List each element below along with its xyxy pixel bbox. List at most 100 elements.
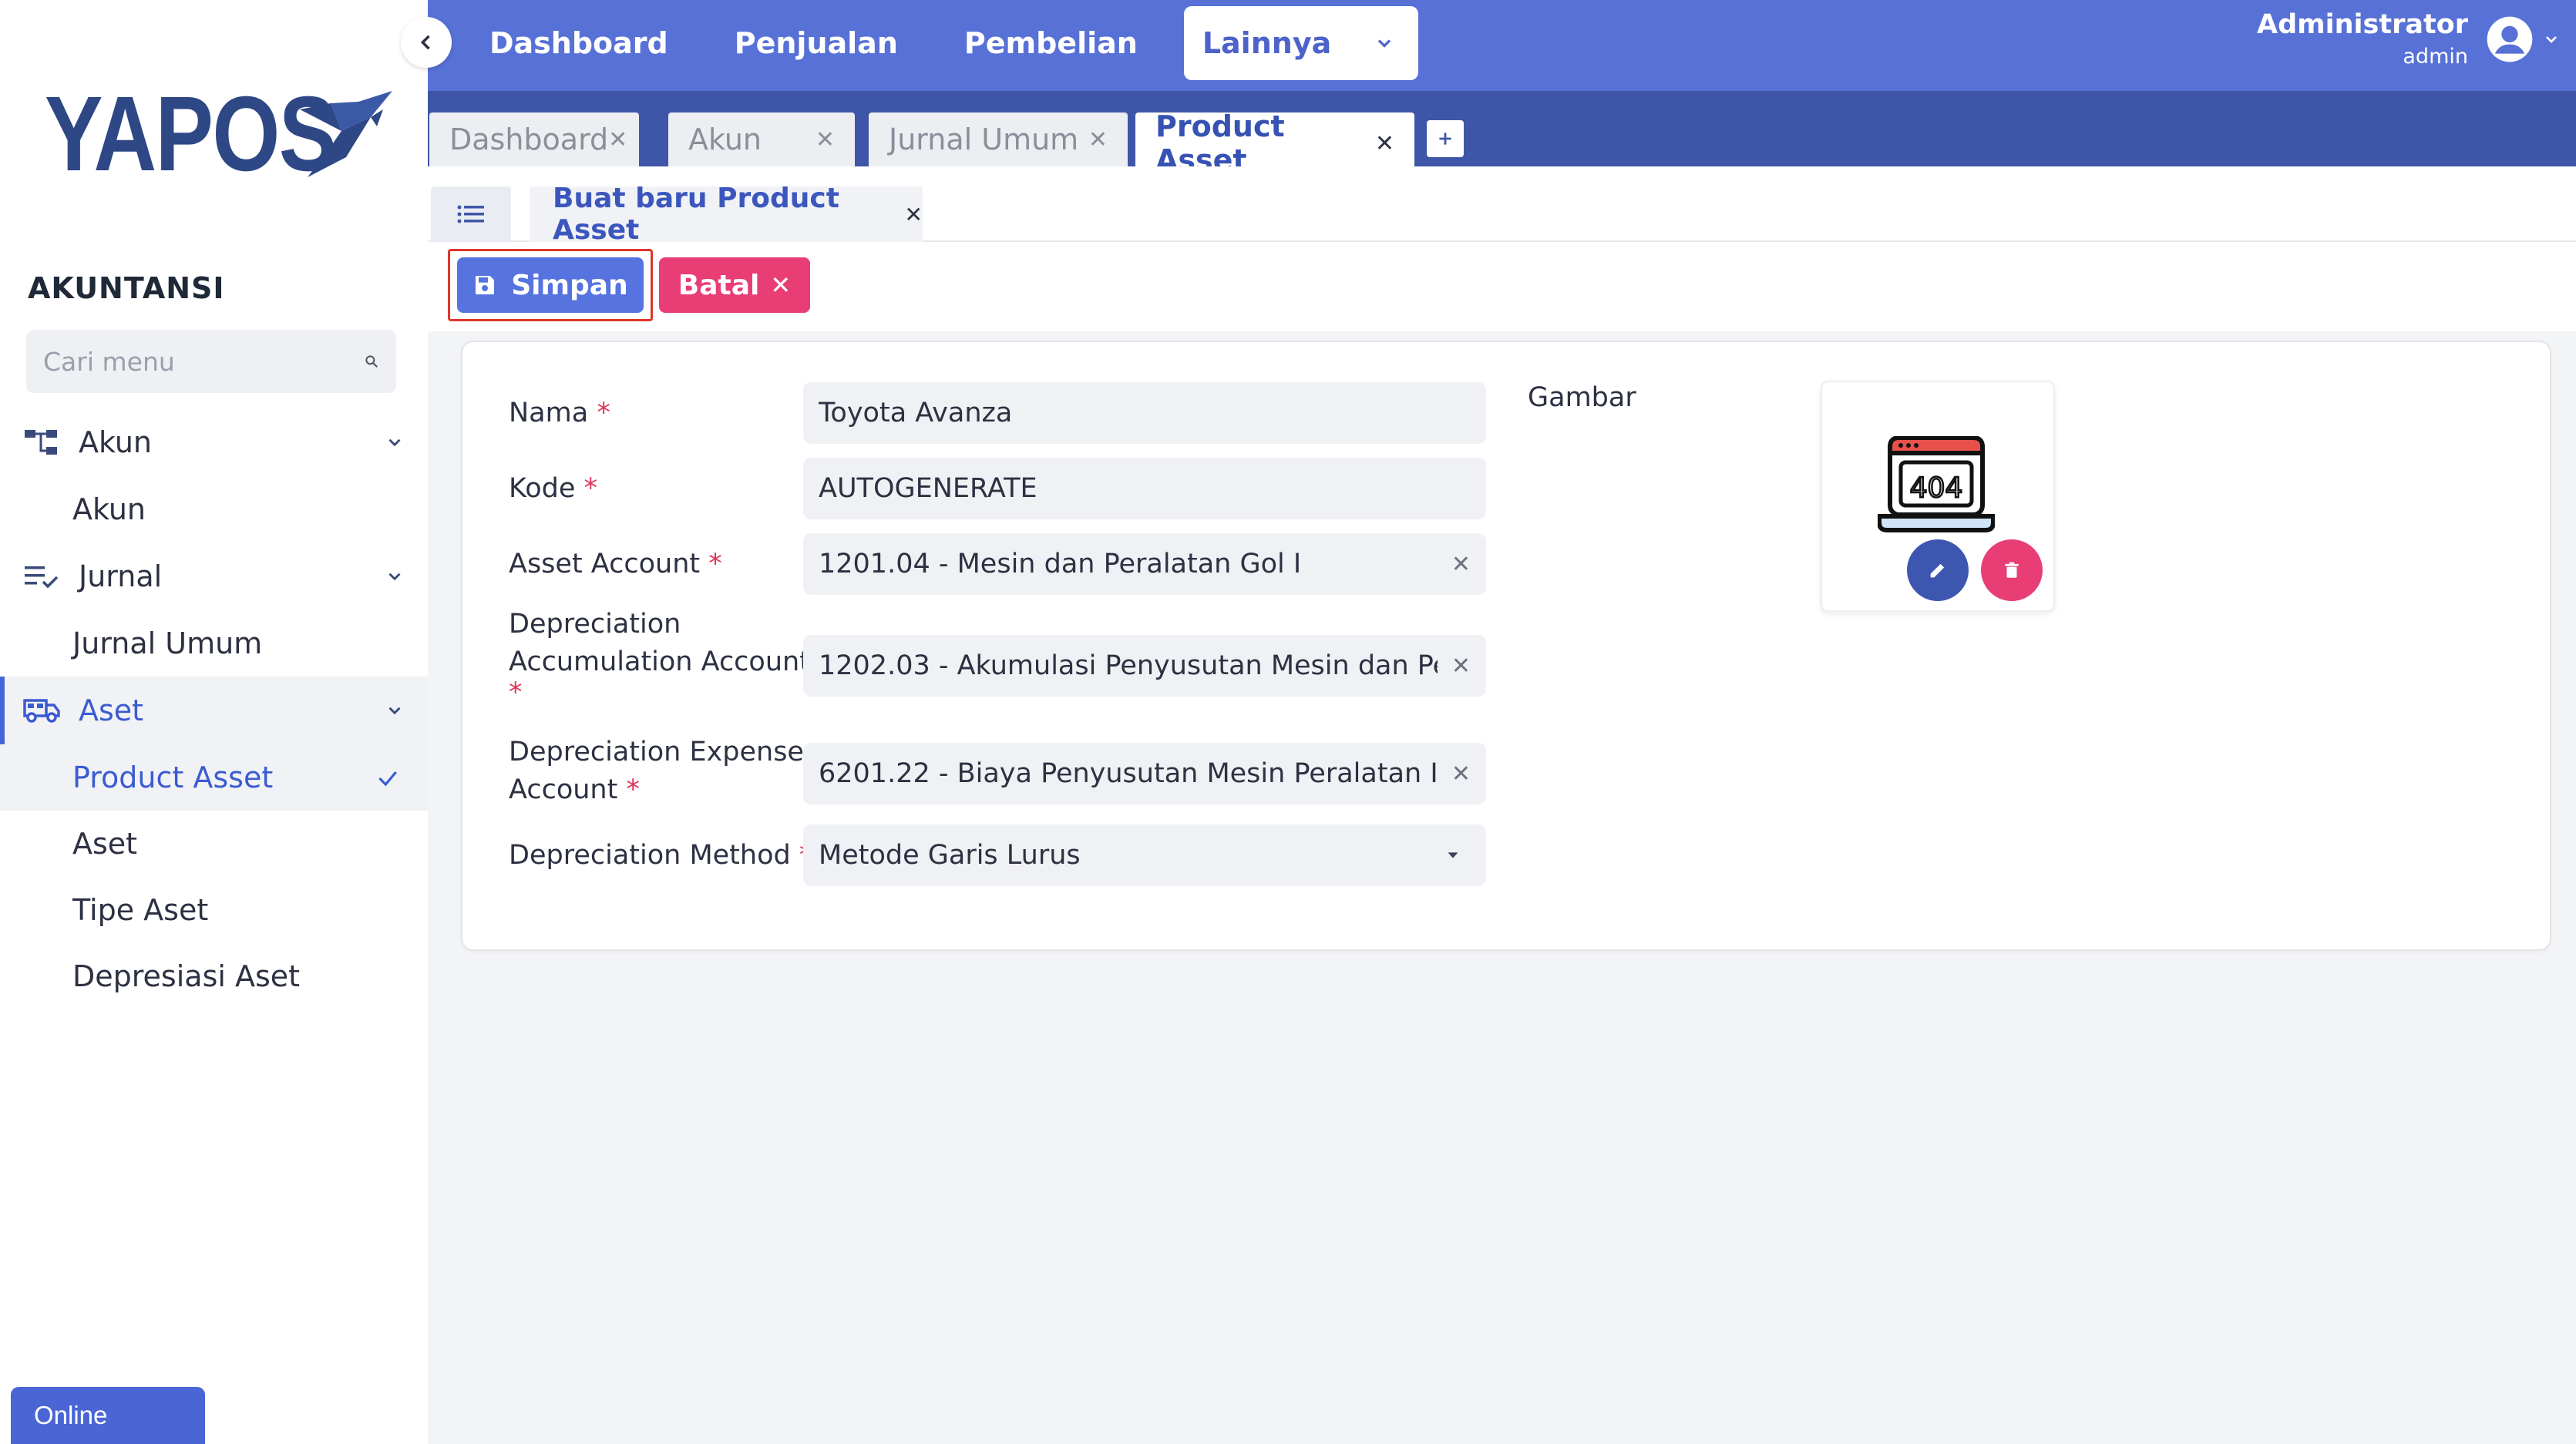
kode-label: Kode * [509,473,598,504]
caret-down-icon [1448,852,1458,858]
nav-lainnya-dropdown[interactable]: Lainnya [1183,6,1418,80]
close-icon[interactable]: ✕ [905,202,923,227]
chevron-down-icon [1377,39,1391,48]
collapse-sidebar-button[interactable] [401,17,452,68]
list-view-button[interactable] [431,186,511,242]
gambar-label: Gambar [1528,382,1636,413]
form-actions: Simpan Batal ✕ [428,242,2576,331]
save-button[interactable]: Simpan [457,257,644,313]
asset-account-value: 1201.04 - Mesin dan Peralatan Gol I [819,549,1302,579]
product-asset-form: Nama * Toyota Avanza Kode * AUTOGENERATE… [461,341,2551,951]
sidebar-item-depresiasi-aset[interactable]: Depresiasi Aset [0,943,428,1009]
sidebar-group-label: Aset [79,693,144,727]
list-icon [457,205,484,223]
user-name: Administrator [2256,9,2468,40]
nav-dashboard[interactable]: Dashboard [489,26,668,60]
sidebar-group-label: Jurnal [79,559,163,593]
plus-icon [1439,133,1451,145]
nav-dropdown-label: Lainnya [1202,26,1332,60]
brand-name: YAPOS [45,75,337,193]
error-404-icon: 404 [1878,436,1995,532]
asset-account-label: Asset Account * [509,549,722,579]
edit-image-button[interactable] [1907,539,1969,601]
dep-method-value: Metode Garis Lurus [819,840,1081,871]
dep-expense-account-select[interactable]: 6201.22 - Biaya Penyusutan Mesin Peralat… [803,743,1486,804]
user-menu[interactable]: Administrator admin [2257,9,2561,69]
sidebar-item-tipe-aset[interactable]: Tipe Aset [0,877,428,943]
kode-value: AUTOGENERATE [819,473,1037,504]
user-info: Administrator admin [2257,9,2468,69]
sidebar-item-akun[interactable]: Akun [0,476,428,542]
sidebar-item-aset[interactable]: Aset [0,811,428,877]
sidebar-group-jurnal[interactable]: Jurnal [0,542,428,610]
tab-product-asset[interactable]: Product Asset ✕ [1135,109,1414,177]
delete-image-button[interactable] [1981,539,2043,601]
asset-account-select[interactable]: 1201.04 - Mesin dan Peralatan Gol I ✕ [803,533,1486,595]
section-title: AKUNTANSI [28,271,225,305]
subtab-label: Buat baru Product Asset [553,183,839,246]
nav-penjualan[interactable]: Penjualan [735,26,898,60]
dep-accum-account-value: 1202.03 - Akumulasi Penyusutan Mesin dan… [819,650,1438,681]
top-navbar: Dashboard Penjualan Pembelian Lainnya Ad… [428,0,2576,91]
close-icon[interactable]: ✕ [1375,130,1394,157]
user-role: admin [2403,45,2468,69]
check-icon [378,771,397,787]
sidebar-group-label: Akun [79,425,152,459]
sidebar-item-label: Product Asset [72,761,274,794]
sidebar-item-jurnal-umum[interactable]: Jurnal Umum [0,610,428,677]
dep-expense-account-label: Depreciation Expense Account * [509,737,804,805]
close-icon[interactable]: ✕ [1088,126,1108,153]
chevron-down-icon [2546,35,2557,43]
chevron-down-icon [388,707,401,715]
tab-bar: Dashboard ✕ Akun ✕ Jurnal Umum ✕ Product… [428,91,2576,177]
add-tab-button[interactable] [1427,120,1464,157]
tab-dashboard[interactable]: Dashboard ✕ [429,112,639,166]
online-status-badge[interactable]: Online [11,1387,205,1444]
menu-search [26,330,396,393]
clear-icon[interactable]: ✕ [1451,653,1471,680]
kode-input[interactable]: AUTOGENERATE [803,458,1486,519]
cancel-button-label: Batal [678,269,760,301]
close-icon[interactable]: ✕ [608,126,627,153]
nama-input[interactable]: Toyota Avanza [803,382,1486,444]
user-avatar-icon [2487,16,2533,62]
dep-accum-account-label: Depreciation Accumulation Account * [509,609,810,708]
dep-expense-account-value: 6201.22 - Biaya Penyusutan Mesin Peralat… [819,758,1438,789]
tab-label: Dashboard [449,123,609,156]
sidebar: YAPOS AKUNTANSI Akun Akun Jurnal J [0,0,428,1444]
dep-accum-account-select[interactable]: 1202.03 - Akumulasi Penyusutan Mesin dan… [803,635,1486,697]
clear-icon[interactable]: ✕ [1451,551,1471,578]
tab-label: Jurnal Umum [889,123,1079,156]
clear-icon[interactable]: ✕ [1451,761,1471,787]
sidebar-menu: Akun Akun Jurnal Jurnal Umum Aset Produc… [0,408,428,1009]
sidebar-group-aset[interactable]: Aset [0,677,428,744]
tab-jurnal-umum[interactable]: Jurnal Umum ✕ [869,112,1128,166]
search-icon[interactable] [364,350,379,373]
nama-value: Toyota Avanza [819,398,1013,428]
close-icon[interactable]: ✕ [816,126,835,153]
chevron-down-icon [388,573,401,581]
nama-label: Nama * [509,398,610,428]
sidebar-item-product-asset[interactable]: Product Asset [0,744,428,811]
menu-search-input[interactable] [43,346,364,377]
floppy-disk-icon [476,276,495,294]
sub-tab-bar: Buat baru Product Asset ✕ [428,166,2576,246]
brand-logo[interactable]: YAPOS [45,81,395,187]
list-check-icon [23,561,60,592]
top-nav: Dashboard Penjualan Pembelian Lainnya [489,0,1418,86]
dep-method-select[interactable]: Metode Garis Lurus [803,824,1486,886]
sidebar-group-akun[interactable]: Akun [0,408,428,476]
trash-icon [2005,562,2019,578]
image-preview: 404 [1821,381,2055,612]
tab-label: Akun [688,123,762,156]
dep-method-label: Depreciation Method * [509,840,812,871]
subtab-buat-baru[interactable]: Buat baru Product Asset ✕ [530,183,923,246]
pencil-icon [1930,563,1945,578]
svg-text:404: 404 [1910,472,1963,504]
cancel-button[interactable]: Batal ✕ [659,257,810,313]
chevron-down-icon [388,438,401,447]
nav-pembelian[interactable]: Pembelian [964,26,1138,60]
close-icon: ✕ [770,270,792,300]
chevron-left-icon [420,35,430,50]
tab-akun[interactable]: Akun ✕ [668,112,855,166]
